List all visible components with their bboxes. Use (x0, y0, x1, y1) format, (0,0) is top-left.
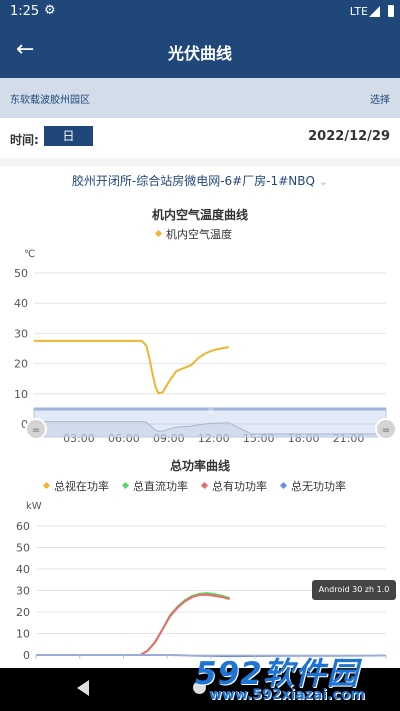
chevron-down-icon: ⌄ (318, 175, 329, 188)
divider (0, 158, 400, 166)
app-bar: ← 光伏曲线 (0, 24, 400, 78)
y-tick-label: 20 (14, 358, 28, 371)
y-tick-label: 50 (16, 542, 30, 555)
gear-icon: ⚙ (44, 3, 56, 18)
legend-label-1: 机内空气温度 (166, 227, 232, 241)
y-tick-label: 50 (14, 267, 28, 280)
legend-label-3: 总有功功率 (212, 479, 267, 493)
zoom-handle-grip-icon: = (32, 425, 40, 436)
y-tick-label: 0 (23, 649, 30, 662)
select-site-button[interactable]: 选择 (370, 91, 390, 106)
date-picker[interactable]: 2022/12/29 (308, 129, 390, 144)
legend-label-2: 总直流功率 (133, 479, 188, 493)
y-tick-label: 30 (16, 585, 30, 598)
series-line-3 (36, 593, 230, 656)
status-bar: 1:25 ⚙ LTE (0, 0, 400, 24)
legend-marker (42, 481, 51, 490)
legend-marker (154, 229, 163, 238)
series-line-1 (36, 593, 230, 656)
legend-label-1: 总视在功率 (54, 479, 109, 493)
status-time: 1:25 (10, 4, 40, 19)
y-tick-label: 40 (14, 297, 28, 310)
power-chart: 总功率曲线总视在功率 总直流功率 总有功功率 总无功功率 kW 0 10 20 30 40 50 60 (16, 458, 387, 662)
y-tick-label: 20 (16, 606, 30, 619)
y-tick-label: 40 (16, 563, 30, 576)
zoom-handle-grip-icon: = (382, 425, 390, 436)
y-tick-label: 10 (14, 388, 28, 401)
period-day-button[interactable]: 日 (44, 126, 93, 146)
signal-icon (369, 6, 380, 17)
series-line-2 (36, 592, 230, 656)
battery-icon (388, 5, 394, 17)
legend-marker (121, 481, 130, 490)
y-axis-unit: ℃ (24, 249, 35, 260)
legend-marker (279, 481, 288, 490)
y-tick-label: 30 (14, 327, 28, 340)
device-name: 胶州开闭所-综合站房微电网-6#厂房-1#NBQ (71, 174, 315, 188)
nav-back-icon[interactable] (77, 680, 89, 696)
y-tick-label: 60 (16, 520, 30, 533)
chart-title: 机内空气温度曲线 (152, 207, 248, 222)
y-tick-label: 10 (16, 628, 30, 641)
watermark-logo: 592软件园 www.592xiazai.com (195, 648, 400, 711)
time-row: 时间: 日 2022/12/29 (0, 118, 400, 158)
temperature-chart: 机内空气温度曲线机内空气温度℃0102030405003:00 06:00 09:0… (14, 207, 397, 445)
site-bar: 东软载波胶州园区 选择 (0, 78, 400, 118)
device-selector[interactable]: 胶州开闭所-综合站房微电网-6#厂房-1#NBQ ⌄ (0, 166, 400, 196)
y-axis-unit: kW (26, 501, 42, 512)
zoom-slider-grip: ||| (208, 408, 214, 415)
time-label: 时间: (10, 133, 39, 147)
legend-label-4: 总无功功率 (291, 479, 346, 493)
build-tag: Android 30 zh 1.0 (312, 580, 396, 600)
series-line-1 (34, 339, 229, 395)
chart-title: 总功率曲线 (170, 458, 230, 473)
network-label: LTE (349, 5, 368, 18)
legend-marker (200, 481, 209, 490)
page-title: 光伏曲线 (167, 44, 232, 63)
watermark-url: www.592xiazai.com (209, 687, 365, 703)
site-name: 东软载波胶州园区 (10, 95, 90, 106)
